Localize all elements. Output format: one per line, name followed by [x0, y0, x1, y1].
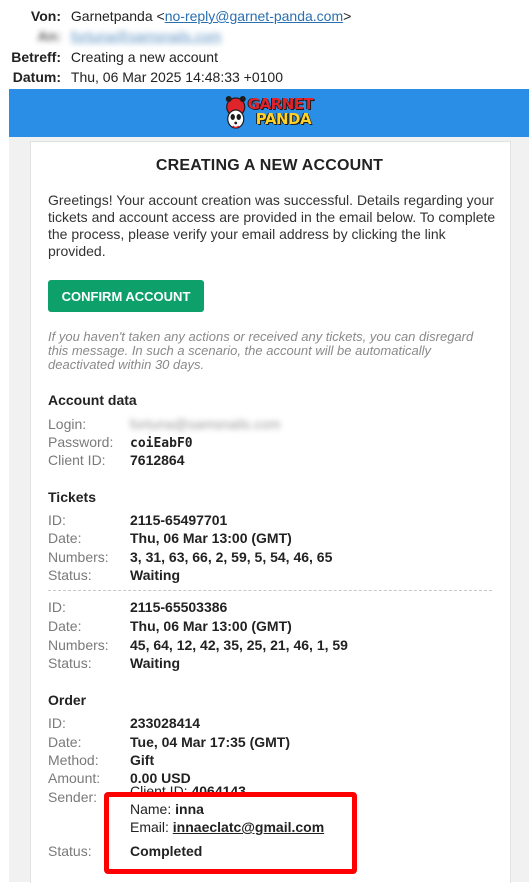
- subject-label: Betreff:: [11, 49, 61, 65]
- to-email-link[interactable]: fortuna@samsnails.com: [71, 28, 221, 44]
- ticket-status-label: Status:: [48, 655, 92, 671]
- garnet-panda-logo: GARNET PANDA: [225, 93, 314, 131]
- ticket-2-id-row: ID: 2115-65503386: [48, 598, 227, 616]
- ticket-id-label: ID:: [48, 599, 66, 615]
- date-label: Datum:: [12, 69, 61, 85]
- client-id-value: 7612864: [130, 452, 185, 468]
- ticket-2-status-row: Status: Waiting: [48, 654, 180, 672]
- password-label: Password:: [48, 434, 114, 450]
- ticket-date-value: Thu, 06 Mar 13:00 (GMT): [130, 618, 292, 634]
- login-label: Login:: [48, 416, 87, 432]
- order-date-row: Date: Tue, 04 Mar 17:35 (GMT): [48, 733, 290, 751]
- ticket-status-label: Status:: [48, 567, 92, 583]
- ticket-status-value: Waiting: [130, 655, 181, 671]
- ticket-numbers-label: Numbers:: [48, 637, 109, 653]
- ticket-status-value: Waiting: [130, 567, 181, 583]
- header-to-row: An: fortuna@samsnails.com: [0, 28, 222, 44]
- order-method-value: Gift: [130, 752, 155, 768]
- order-section-title: Order: [48, 692, 87, 708]
- brand-banner: GARNET PANDA: [9, 89, 529, 137]
- order-id-row: ID: 233028414: [48, 714, 200, 732]
- from-bracket-open: <: [156, 8, 165, 24]
- page-title: CREATING A NEW ACCOUNT: [155, 157, 384, 174]
- logo-wordmark: GARNET PANDA: [248, 97, 314, 127]
- account-section-title: Account data: [48, 392, 137, 408]
- subject-value: Creating a new account: [70, 49, 218, 65]
- panda-mascot-icon: [225, 96, 246, 129]
- from-email-link[interactable]: no-reply@garnet-panda.com: [165, 8, 343, 24]
- ticket-1-id-row: ID: 2115-65497701: [48, 511, 227, 529]
- ticket-date-label: Date:: [48, 530, 82, 546]
- login-value: fortuna@samsnails.com: [130, 416, 281, 432]
- disclaimer-note: If you haven't taken any actions or rece…: [48, 329, 474, 372]
- ticket-1-date-row: Date: Thu, 06 Mar 13:00 (GMT): [48, 529, 292, 547]
- password-value: coiEabF0: [130, 436, 193, 451]
- ticket-numbers-value: 3, 31, 63, 66, 2, 59, 5, 54, 46, 65: [130, 549, 333, 565]
- highlight-box: [104, 792, 357, 874]
- ticket-1-status-row: Status: Waiting: [48, 566, 180, 584]
- confirm-account-button[interactable]: CONFIRM ACCOUNT: [48, 280, 204, 312]
- ticket-2-date-row: Date: Thu, 06 Mar 13:00 (GMT): [48, 617, 292, 635]
- intro-text: Greetings! Your account creation was suc…: [48, 192, 496, 259]
- account-password-row: Password: coiEabF0: [48, 433, 193, 453]
- order-method-row: Method: Gift: [48, 751, 154, 769]
- date-value: Thu, 06 Mar 2025 14:48:33 +0100: [70, 69, 283, 85]
- order-id-label: ID:: [48, 715, 66, 731]
- client-id-label: Client ID:: [48, 452, 106, 468]
- account-client-id-row: Client ID: 7612864: [48, 451, 185, 469]
- ticket-divider: [48, 590, 492, 591]
- order-date-value: Tue, 04 Mar 17:35 (GMT): [130, 734, 291, 750]
- ticket-id-value: 2115-65497701: [130, 512, 228, 528]
- logo-line-2: PANDA: [255, 110, 312, 128]
- ticket-2-numbers-row: Numbers: 45, 64, 12, 42, 35, 25, 21, 46, …: [48, 636, 348, 654]
- from-bracket-close: >: [343, 8, 352, 24]
- ticket-numbers-label: Numbers:: [48, 549, 109, 565]
- order-date-label: Date:: [48, 734, 82, 750]
- order-method-label: Method:: [48, 752, 99, 768]
- header-subject-row: Betreff: Creating a new account: [0, 49, 218, 65]
- from-name: Garnetpanda: [70, 8, 153, 24]
- ticket-numbers-value: 45, 64, 12, 42, 35, 25, 21, 46, 1, 59: [130, 637, 348, 653]
- ticket-date-value: Thu, 06 Mar 13:00 (GMT): [130, 530, 292, 546]
- ticket-id-label: ID:: [48, 512, 66, 528]
- ticket-1-numbers-row: Numbers: 3, 31, 63, 66, 2, 59, 5, 54, 46,…: [48, 548, 332, 566]
- header-from-row: Von: Garnetpanda <no-reply@garnet-panda.…: [0, 8, 351, 24]
- order-amount-label: Amount:: [48, 770, 101, 786]
- order-id-value: 233028414: [130, 715, 201, 731]
- from-label: Von:: [30, 8, 61, 24]
- header-date-row: Datum: Thu, 06 Mar 2025 14:48:33 +0100: [0, 69, 283, 85]
- account-login-row: Login: fortuna@samsnails.com: [48, 415, 280, 433]
- to-label: An:: [37, 28, 61, 44]
- ticket-date-label: Date:: [48, 618, 82, 634]
- tickets-section-title: Tickets: [48, 489, 96, 505]
- ticket-id-value: 2115-65503386: [130, 599, 228, 615]
